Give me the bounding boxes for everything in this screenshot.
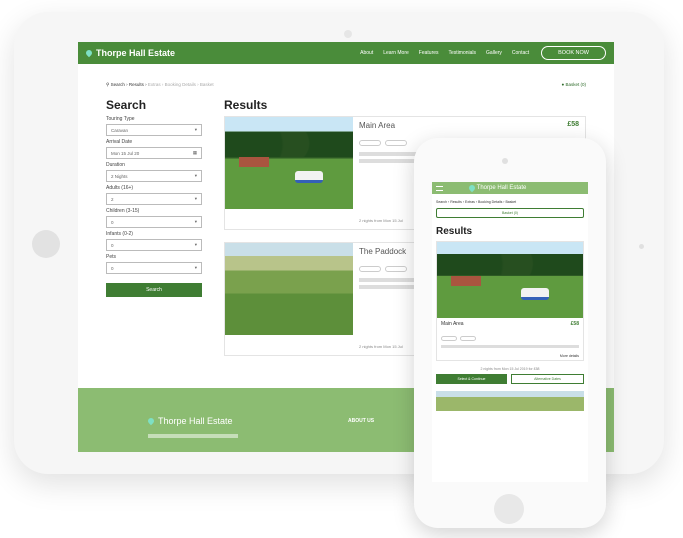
chevron-down-icon: ▾ xyxy=(194,265,197,270)
result-name: Main Area xyxy=(359,121,396,130)
mobile-basket-button[interactable]: Basket (0) xyxy=(436,208,584,218)
nav-learn-more[interactable]: Learn More xyxy=(383,50,409,56)
mobile-action-buttons: Select & Continue Alternative Dates xyxy=(432,371,588,387)
site-logo[interactable]: Thorpe Hall Estate xyxy=(84,48,176,58)
basket-icon: ● xyxy=(561,82,565,87)
mobile-result-header: Main Area £58 xyxy=(437,318,583,330)
nav-testimonials[interactable]: Testimonials xyxy=(449,50,477,56)
touring-type-label: Touring Type xyxy=(106,116,135,122)
basket-link[interactable]: ● Basket (0) xyxy=(562,82,587,88)
children-label: Children (3-15) xyxy=(106,208,140,214)
mobile-results-title: Results xyxy=(436,226,473,237)
basket-label: Basket (0) xyxy=(565,82,586,87)
phone-home-button xyxy=(494,494,524,524)
adults-select[interactable]: 2 ▾ xyxy=(106,193,202,205)
select-continue-button[interactable]: Select & Continue xyxy=(436,374,507,384)
footer-logo[interactable]: Thorpe Hall Estate xyxy=(146,416,233,426)
crumb-results[interactable]: Results xyxy=(129,82,144,87)
results-title: Results xyxy=(224,98,268,112)
crumb-rest: Extras › Booking Details › Basket xyxy=(147,82,214,87)
paddock-photo[interactable] xyxy=(225,243,353,335)
location-pin-icon xyxy=(467,183,477,193)
arrival-date-input[interactable]: Mon 15 Jul 20 ▦ xyxy=(106,147,202,159)
book-now-button[interactable]: BOOK NOW xyxy=(541,46,606,60)
hamburger-menu-icon[interactable] xyxy=(436,185,443,191)
children-select[interactable]: 0 ▾ xyxy=(106,216,202,228)
nav-contact[interactable]: Contact xyxy=(512,50,529,56)
tablet-camera xyxy=(344,30,352,38)
search-icon: ⚲ xyxy=(106,82,110,87)
alternative-dates-button[interactable]: Alternative Dates xyxy=(511,374,584,384)
footer-about-heading: ABOUT US xyxy=(348,418,375,424)
phone-camera xyxy=(502,158,508,164)
chevron-down-icon: ▾ xyxy=(194,242,197,247)
tablet-sensor xyxy=(639,244,644,249)
phone-device: Thorpe Hall Estate Search › Results › Ex… xyxy=(414,138,606,528)
mobile-main-area-photo[interactable] xyxy=(437,242,583,318)
mobile-screen: Thorpe Hall Estate Search › Results › Ex… xyxy=(432,182,588,482)
pets-select[interactable]: 0 ▾ xyxy=(106,262,202,274)
mobile-result-tags xyxy=(437,330,583,341)
nav-gallery[interactable]: Gallery xyxy=(486,50,502,56)
infants-label: Infants (0-2) xyxy=(106,231,133,237)
duration-label: Duration xyxy=(106,162,125,168)
infants-select[interactable]: 0 ▾ xyxy=(106,239,202,251)
search-panel: Search Touring Type Caravan ▾ Arrival Dat… xyxy=(106,98,202,368)
mobile-brand[interactable]: Thorpe Hall Estate xyxy=(477,185,527,191)
nav-features[interactable]: Features xyxy=(419,50,439,56)
footer-address xyxy=(148,434,238,438)
nav-about[interactable]: About xyxy=(360,50,373,56)
mobile-result-description xyxy=(441,345,579,348)
mobile-result-name: Main Area xyxy=(441,321,464,327)
search-title: Search xyxy=(106,98,147,112)
mobile-result-price: £58 xyxy=(570,321,579,327)
chevron-down-icon: ▾ xyxy=(194,219,197,224)
mobile-nav: Thorpe Hall Estate xyxy=(432,182,588,194)
site-brand: Thorpe Hall Estate xyxy=(96,48,176,58)
breadcrumb: ⚲ Search › Results › Extras › Booking De… xyxy=(106,82,587,88)
mobile-breadcrumb: Search › Results › Extras › Booking Deta… xyxy=(436,200,517,204)
mobile-next-photo[interactable] xyxy=(436,391,584,411)
touring-type-select[interactable]: Caravan ▾ xyxy=(106,124,202,136)
more-details-link[interactable]: More details xyxy=(437,352,583,360)
chevron-down-icon: ▾ xyxy=(194,173,197,178)
result-price: £58 xyxy=(567,121,579,128)
main-area-photo[interactable] xyxy=(225,117,353,209)
mobile-result-card[interactable]: Main Area £58 More details xyxy=(436,241,584,361)
location-pin-icon xyxy=(146,416,156,426)
search-button[interactable]: Search xyxy=(106,283,202,297)
chevron-down-icon: ▾ xyxy=(194,127,197,132)
location-pin-icon xyxy=(84,48,94,58)
calendar-icon: ▦ xyxy=(192,150,197,155)
result-nights: 2 nights from Mon 15 Jul xyxy=(359,344,403,349)
adults-label: Adults (16+) xyxy=(106,185,134,191)
duration-select[interactable]: 2 Nights ▾ xyxy=(106,170,202,182)
nav-links: About Learn More Features Testimonials G… xyxy=(360,50,529,56)
chevron-down-icon: ▾ xyxy=(194,196,197,201)
tablet-home-button xyxy=(32,230,60,258)
top-nav: Thorpe Hall Estate About Learn More Feat… xyxy=(78,42,614,64)
pets-label: Pets xyxy=(106,254,117,260)
crumb-search[interactable]: Search xyxy=(111,82,125,87)
footer-brand: Thorpe Hall Estate xyxy=(158,416,233,426)
result-nights: 2 nights from Mon 15 Jul xyxy=(359,218,403,223)
arrival-date-label: Arrival Date xyxy=(106,139,133,145)
